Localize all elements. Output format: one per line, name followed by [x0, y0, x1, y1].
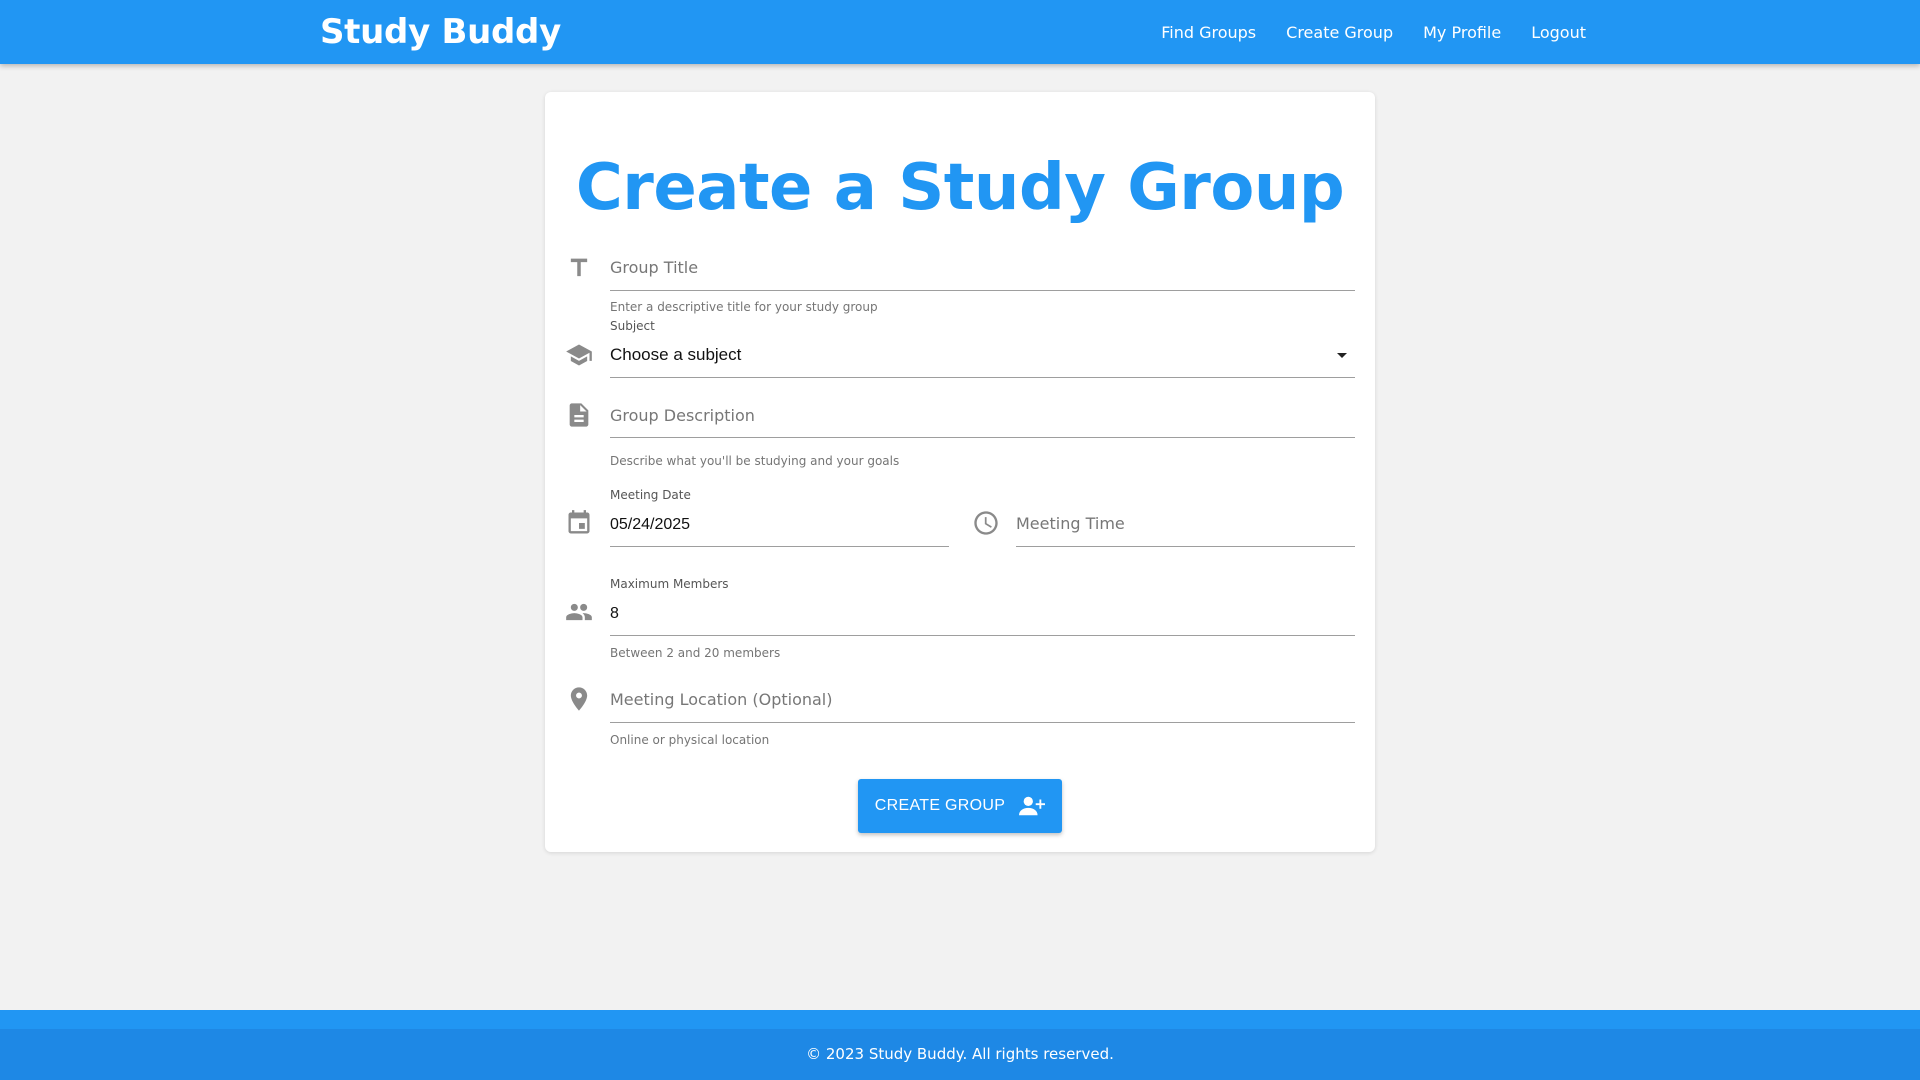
- chevron-down-icon[interactable]: [1337, 353, 1347, 358]
- nav-links: Find Groups Create Group My Profile Logo…: [1161, 0, 1586, 64]
- meeting-location-input[interactable]: [610, 684, 1355, 714]
- description-helper: Describe what you'll be studying and you…: [610, 454, 900, 468]
- create-group-button-label: CREATE GROUP: [874, 797, 1006, 814]
- text-format-icon: [565, 254, 593, 282]
- page-title: Create a Study Group: [575, 151, 1345, 225]
- group-description-input[interactable]: [610, 400, 1355, 430]
- brand-logo[interactable]: Study Buddy: [320, 10, 561, 54]
- create-group-button[interactable]: CREATE GROUP: [858, 779, 1062, 833]
- document-icon: [565, 401, 593, 429]
- location-pin-icon: [565, 685, 593, 713]
- calendar-icon: [565, 509, 593, 537]
- top-navbar: Study Buddy Find Groups Create Group My …: [0, 0, 1920, 64]
- location-helper: Online or physical location: [610, 733, 770, 747]
- group-title-underline: [610, 290, 1355, 291]
- footer-copyright: © 2023 Study Buddy. All rights reserved.: [806, 1045, 1114, 1063]
- person-add-icon: [1019, 795, 1046, 817]
- subject-underline: [610, 377, 1355, 378]
- nav-my-profile[interactable]: My Profile: [1423, 23, 1501, 42]
- nav-find-groups[interactable]: Find Groups: [1161, 23, 1256, 42]
- max-members-label: Maximum Members: [610, 577, 729, 591]
- clock-icon: [972, 509, 1000, 537]
- max-members-underline: [610, 635, 1355, 636]
- meeting-date-input[interactable]: 05/24/2025: [610, 516, 690, 534]
- meeting-time-underline: [1016, 546, 1355, 547]
- group-title-input[interactable]: [610, 252, 1355, 282]
- meeting-date-label: Meeting Date: [610, 488, 691, 502]
- max-members-helper: Between 2 and 20 members: [610, 646, 781, 660]
- group-title-helper: Enter a descriptive title for your study…: [610, 300, 878, 314]
- meeting-time-input[interactable]: [1016, 508, 1355, 538]
- meeting-date-underline: [610, 546, 949, 547]
- subject-select[interactable]: Choose a subject: [610, 345, 741, 365]
- max-members-input[interactable]: 8: [610, 605, 619, 623]
- nav-logout[interactable]: Logout: [1531, 23, 1586, 42]
- people-icon: [565, 598, 593, 626]
- school-icon: [565, 341, 593, 369]
- subject-label: Subject: [610, 319, 655, 333]
- description-underline: [610, 437, 1355, 438]
- location-underline: [610, 722, 1355, 723]
- nav-create-group[interactable]: Create Group: [1286, 23, 1393, 42]
